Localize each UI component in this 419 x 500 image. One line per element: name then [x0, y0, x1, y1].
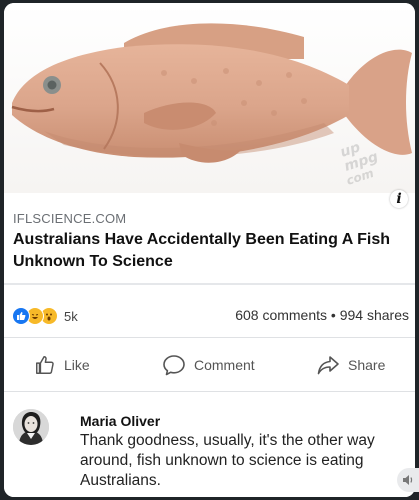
share-button[interactable]: Share: [316, 351, 385, 379]
speech-bubble-icon: [163, 355, 185, 376]
tail-fin: [342, 49, 412, 155]
person-photo: [13, 409, 49, 445]
watermark-logo: up mpg com: [338, 139, 380, 187]
shares-count[interactable]: 994 shares: [340, 307, 409, 323]
comment-author[interactable]: Maria Oliver: [80, 413, 160, 429]
fish-illustration: up mpg com: [11, 23, 412, 188]
avatar[interactable]: [13, 409, 49, 445]
speaker-icon[interactable]: [397, 468, 419, 492]
comment-text: Thank goodness, usually, it's the other …: [80, 432, 375, 489]
article-image[interactable]: up mpg com: [4, 3, 415, 193]
comment-button[interactable]: Comment: [162, 351, 255, 379]
divider: [4, 337, 415, 338]
share-arrow-icon: [317, 356, 339, 375]
like-button[interactable]: Like: [34, 351, 90, 379]
share-label: Share: [348, 357, 386, 373]
thumbs-up-icon: [36, 356, 54, 374]
post-card: up mpg com i IFLSCIENCE.COM Australians …: [4, 3, 415, 497]
comment-label: Comment: [194, 357, 255, 373]
engagement-stats: 608 comments • 994 shares: [235, 307, 409, 323]
info-icon[interactable]: i: [390, 190, 408, 208]
comments-count[interactable]: 608 comments: [235, 307, 327, 323]
reactions-summary[interactable]: 5k: [12, 307, 78, 325]
divider: [4, 283, 415, 285]
like-reaction-icon: [12, 307, 30, 325]
action-bar: Like Comment Share: [4, 351, 415, 381]
article-domain: IFLSCIENCE.COM: [13, 211, 127, 226]
divider: [4, 391, 415, 392]
stats-separator: •: [330, 307, 336, 323]
article-headline[interactable]: Australians Have Accidentally Been Eatin…: [13, 229, 408, 273]
comment: Maria Oliver Thank goodness, usually, it…: [4, 393, 415, 497]
reaction-count: 5k: [64, 308, 78, 324]
like-label: Like: [64, 357, 90, 373]
